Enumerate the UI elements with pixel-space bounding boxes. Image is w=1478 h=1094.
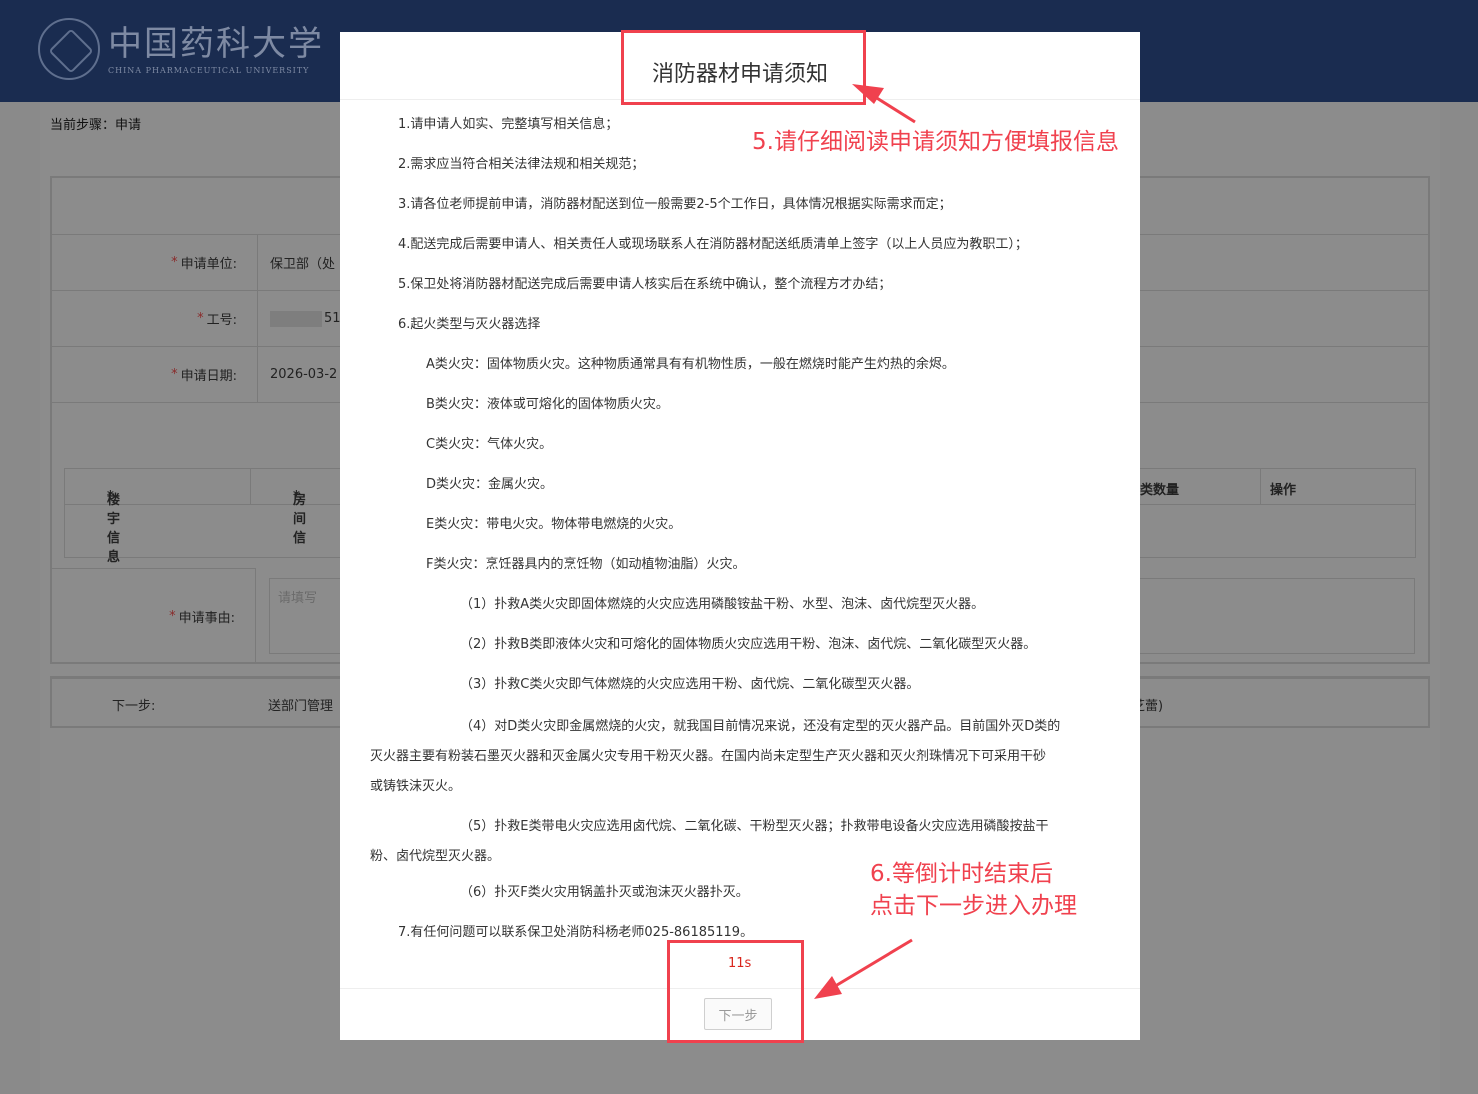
arrow-to-title-icon bbox=[852, 84, 916, 124]
annotation-arrows bbox=[814, 84, 916, 999]
arrow-to-button-icon bbox=[814, 938, 913, 999]
